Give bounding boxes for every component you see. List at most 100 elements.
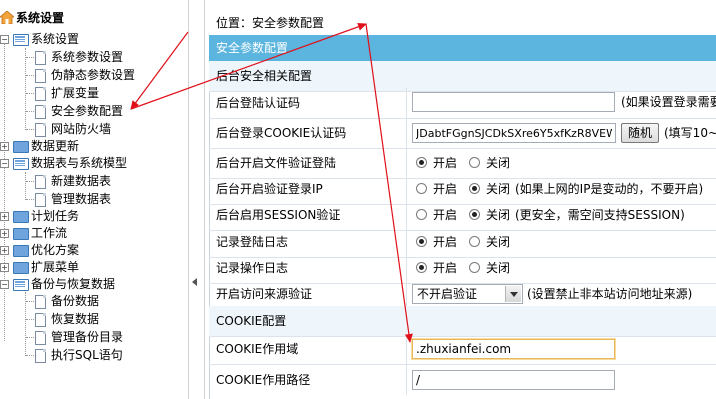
page-icon [35, 105, 46, 119]
collapse-icon[interactable]: − [0, 35, 9, 44]
field-label: 开启访问来源验证 [216, 287, 313, 301]
tree-item-label: 备份数据 [51, 294, 100, 308]
radio-on[interactable] [416, 157, 427, 168]
page-icon [35, 295, 46, 309]
expand-icon[interactable]: + [0, 246, 9, 255]
radio-label: 关闭 [486, 182, 511, 196]
folder-icon [13, 211, 29, 223]
radio-on[interactable] [416, 236, 427, 247]
tree-group-label: 计划任务 [31, 209, 80, 223]
sidebar-tree: 系统设置 − 系统设置 系统参数设置 伪静态参数设置 扩展变量 安全参数配置 网… [0, 0, 188, 399]
field-hint: (设置禁止非本站访问地址来源) [527, 287, 693, 301]
tree-group-label: 工作流 [31, 226, 68, 240]
cookie-code-input[interactable] [412, 123, 616, 143]
tree-group-label: 备份与恢复数据 [31, 277, 116, 291]
form-row-cookie-code: 后台登录COOKIE认证码 随机 (填写10~ [209, 118, 716, 149]
tree-item-label: 管理备份目录 [51, 330, 124, 344]
radio-off[interactable] [469, 157, 480, 168]
radio-on[interactable] [416, 262, 427, 273]
tree-group-scheduled-tasks[interactable]: + 计划任务 [0, 207, 188, 225]
random-button[interactable]: 随机 [621, 123, 660, 143]
tree-group-label: 数据更新 [31, 139, 80, 153]
radio-label: 开启 [433, 261, 458, 275]
tree-item-label: 新建数据表 [51, 174, 112, 188]
radio-off[interactable] [469, 262, 480, 273]
page-icon [35, 193, 46, 207]
cookie-domain-input[interactable] [412, 339, 615, 359]
collapse-icon[interactable]: − [0, 159, 9, 168]
folder-open-icon [13, 279, 29, 291]
radio-off[interactable] [469, 209, 480, 220]
page-icon [35, 175, 46, 189]
page-icon [35, 331, 46, 345]
field-label: 后台启用SESSION验证 [216, 208, 341, 222]
page-icon [35, 123, 46, 137]
tree-group-data-model[interactable]: − 数据表与系统模型 [0, 154, 188, 172]
tree-group-extend-menu[interactable]: + 扩展菜单 [0, 258, 188, 276]
tree-group-optimization[interactable]: + 优化方案 [0, 241, 188, 259]
tree-group-label: 扩展菜单 [31, 260, 80, 274]
radio-label: 开启 [433, 156, 458, 170]
tree-item-label: 执行SQL语句 [51, 348, 123, 362]
radio-label: 开启 [433, 182, 458, 196]
radio-label: 开启 [433, 235, 458, 249]
tree-group-workflow[interactable]: + 工作流 [0, 224, 188, 242]
field-hint: (如果上网的IP是变动的，不要开启) [515, 182, 704, 196]
field-hint: (填写10~ [664, 126, 716, 140]
cookie-path-input[interactable] [412, 370, 615, 390]
tree-group-label: 数据表与系统模型 [31, 156, 128, 170]
tree-item-label: 管理数据表 [51, 192, 112, 206]
tree-group-system-settings[interactable]: − 系统设置 [0, 30, 188, 48]
expand-icon[interactable]: + [0, 263, 9, 272]
tree-item-label: 系统参数设置 [51, 50, 124, 64]
form-row-cookie-path: COOKIE作用路径 [209, 365, 716, 395]
sidebar-splitter[interactable] [188, 0, 205, 399]
expand-icon[interactable]: + [0, 212, 9, 221]
select-value: 不开启验证 [417, 287, 478, 301]
section-header-label: 后台安全相关配置 [216, 69, 313, 83]
folder-icon [13, 228, 29, 240]
chevron-down-icon[interactable] [505, 286, 521, 302]
radio-label: 关闭 [486, 156, 511, 170]
radio-label: 关闭 [486, 261, 511, 275]
field-hint: (更安全，需空间支持SESSION) [515, 208, 685, 222]
field-label: COOKIE作用路径 [216, 373, 311, 387]
folder-icon [13, 245, 29, 257]
folder-open-icon [13, 34, 29, 46]
field-label: 后台登陆认证码 [216, 96, 301, 110]
collapse-sidebar-icon[interactable] [192, 278, 197, 286]
page-icon [35, 69, 46, 83]
tree-root-label: 系统设置 [16, 11, 65, 25]
radio-on[interactable] [416, 183, 427, 194]
form-row-cookie-domain: COOKIE作用域 [209, 334, 716, 365]
page-icon [35, 51, 46, 65]
section-header: COOKIE配置 [209, 306, 716, 337]
radio-off[interactable] [469, 236, 480, 247]
breadcrumb: 位置：安全参数配置 [216, 16, 325, 30]
page-icon [35, 313, 46, 327]
radio-label: 关闭 [486, 235, 511, 249]
tree-group-backup-restore[interactable]: − 备份与恢复数据 [0, 275, 188, 293]
radio-off[interactable] [469, 183, 480, 194]
tree-item-label: 恢复数据 [51, 312, 100, 326]
panel-title: 安全参数配置 [209, 35, 716, 61]
home-icon [0, 11, 14, 24]
tree-item-label: 伪静态参数设置 [51, 68, 136, 82]
tree-group-data-update[interactable]: + 数据更新 [0, 137, 188, 155]
referer-select[interactable]: 不开启验证 [412, 284, 523, 304]
form-row-login-code: 后台登陆认证码 (如果设置登录需要 [209, 88, 716, 119]
collapse-icon[interactable]: − [0, 280, 9, 289]
panel-title-text: 安全参数配置 [216, 41, 289, 55]
section-header-label: COOKIE配置 [216, 314, 287, 328]
expand-icon[interactable]: + [0, 142, 9, 151]
field-label: 后台登录COOKIE认证码 [216, 126, 347, 140]
tree-group-label: 优化方案 [31, 243, 80, 257]
radio-on[interactable] [416, 209, 427, 220]
page-icon [35, 349, 46, 363]
expand-icon[interactable]: + [0, 229, 9, 238]
tree-group-label: 系统设置 [31, 32, 80, 46]
login-code-input[interactable] [412, 92, 615, 112]
field-label: COOKIE作用域 [216, 342, 299, 356]
folder-icon [13, 141, 29, 153]
tree-item-label: 网站防火墙 [51, 122, 112, 136]
